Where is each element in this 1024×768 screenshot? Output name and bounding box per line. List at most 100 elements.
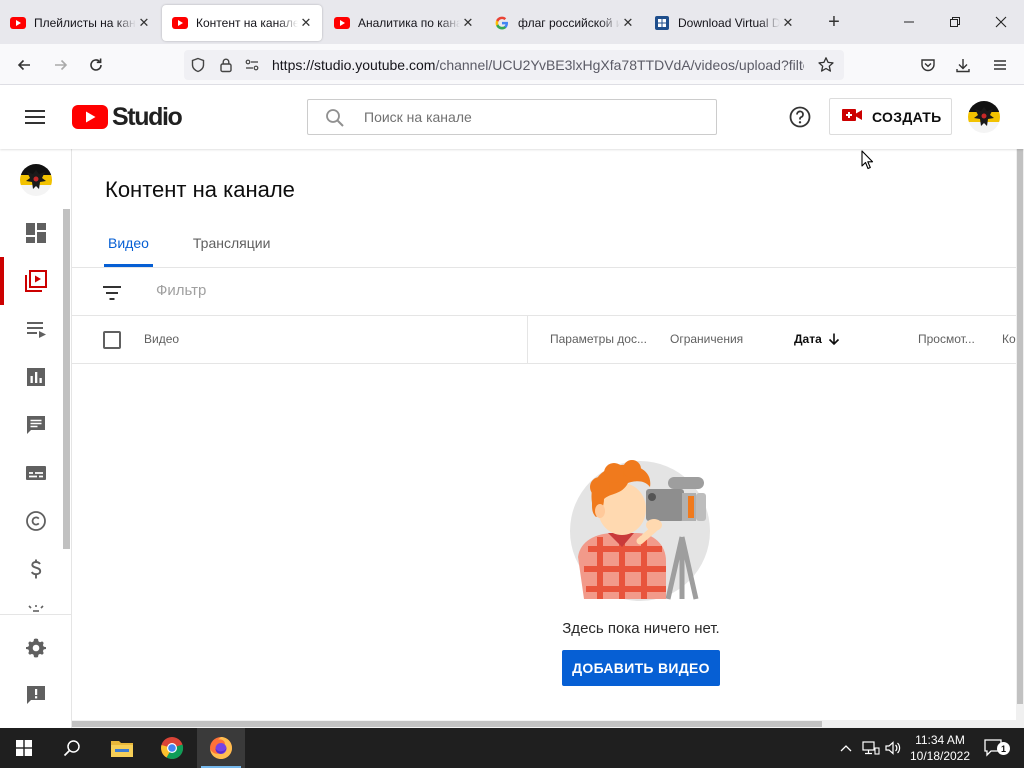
tab-title: Плейлисты на канале [34, 16, 136, 30]
column-header-views[interactable]: Просмот... [918, 332, 975, 346]
address-bar[interactable]: https://studio.youtube.com/channel/UCU2Y… [184, 50, 844, 80]
sidebar-item-analytics[interactable] [0, 353, 72, 401]
sidebar-divider [0, 614, 72, 615]
sidebar-item-feedback[interactable] [0, 671, 72, 719]
tab-videos[interactable]: Видео [104, 229, 153, 267]
scroll-thumb[interactable] [72, 721, 822, 727]
close-icon[interactable]: ✕ [298, 15, 314, 31]
column-header-date-label: Дата [794, 332, 822, 346]
sidebar-item-playlists[interactable] [0, 305, 72, 353]
reload-icon [90, 58, 102, 71]
browser-tab-virtualdj[interactable]: Download Virtual DJ ✕ [644, 5, 804, 41]
copyright-icon [26, 511, 46, 531]
add-video-button[interactable]: ДОБАВИТЬ ВИДЕО [562, 650, 720, 686]
back-button[interactable] [9, 50, 39, 80]
column-header-video[interactable]: Видео [144, 332, 179, 346]
browser-tab-analytics[interactable]: Аналитика по каналу ✕ [324, 5, 484, 41]
folder-icon [111, 741, 133, 757]
new-tab-button[interactable]: + [820, 8, 848, 36]
page-scrollbar[interactable] [1016, 149, 1024, 728]
taskbar-search-button[interactable] [48, 728, 96, 768]
sidebar-item-dashboard[interactable] [0, 209, 72, 257]
menu-button[interactable] [985, 50, 1015, 80]
browser-toolbar: https://studio.youtube.com/channel/UCU2Y… [0, 44, 1024, 85]
imperial-eagle-icon [20, 164, 52, 196]
sidebar-item-settings[interactable] [0, 624, 72, 672]
close-icon[interactable]: ✕ [136, 15, 152, 31]
downloads-button[interactable] [948, 50, 978, 80]
column-header-comments[interactable]: Ко [1002, 332, 1016, 346]
sidebar-item-content[interactable] [0, 257, 72, 305]
reload-button[interactable] [81, 50, 111, 80]
feedback-icon [27, 686, 45, 704]
minimize-icon [904, 21, 914, 23]
minimize-button[interactable] [886, 0, 932, 44]
close-window-button[interactable] [978, 0, 1024, 44]
pocket-icon [921, 59, 935, 72]
hamburger-icon [994, 60, 1006, 70]
select-all-checkbox[interactable] [103, 331, 121, 349]
start-button[interactable] [0, 728, 48, 768]
dashboard-icon [26, 223, 46, 243]
taskbar-chrome[interactable] [148, 728, 196, 768]
download-icon [956, 59, 970, 73]
browser-tab-content[interactable]: Контент на канале ✕ [162, 5, 322, 41]
windows-taskbar: 11:34 AM 10/18/2022 1 [0, 728, 1024, 768]
tab-live[interactable]: Трансляции [189, 229, 274, 267]
taskbar-firefox[interactable] [197, 728, 245, 768]
google-icon [494, 15, 510, 31]
sidebar-item-monetization[interactable] [0, 545, 72, 593]
browser-tab-google[interactable]: флаг российской империи ✕ [484, 5, 644, 41]
sidebar-scrollbar[interactable] [63, 209, 70, 549]
hamburger-icon[interactable] [22, 105, 48, 129]
divider [72, 363, 1016, 364]
subtitles-icon [26, 466, 46, 480]
taskbar-file-explorer[interactable] [98, 728, 146, 768]
taskbar-clock[interactable]: 11:34 AM 10/18/2022 [900, 732, 980, 764]
filter-input[interactable] [156, 282, 656, 299]
network-icon[interactable] [860, 728, 882, 768]
avatar[interactable] [968, 101, 1000, 133]
search-box[interactable] [307, 99, 717, 135]
lock-icon[interactable] [218, 57, 234, 78]
studio-logo[interactable]: Studio [72, 103, 183, 131]
sidebar-item-subtitles[interactable] [0, 449, 72, 497]
browser-tab-strip: Плейлисты на канале ✕ Контент на канале … [0, 0, 1024, 44]
forward-button[interactable] [46, 50, 76, 80]
youtube-logo-icon [72, 105, 108, 129]
column-header-date[interactable]: Дата [794, 332, 841, 346]
content-tabs: Видео Трансляции [104, 229, 310, 267]
restore-button[interactable] [932, 0, 978, 44]
horizontal-scrollbar[interactable] [72, 720, 1016, 728]
imperial-eagle-icon [968, 101, 1000, 133]
arrow-down-icon [828, 333, 839, 346]
windows-logo-icon [16, 740, 32, 756]
close-icon[interactable]: ✕ [620, 15, 636, 31]
search-icon[interactable] [324, 107, 346, 134]
permissions-icon[interactable] [244, 57, 260, 78]
url-text[interactable]: https://studio.youtube.com/channel/UCU2Y… [272, 57, 804, 73]
sidebar-item-customization[interactable] [0, 593, 72, 615]
channel-avatar[interactable] [20, 164, 52, 196]
browser-tab-playlists[interactable]: Плейлисты на канале ✕ [0, 5, 160, 41]
star-icon [818, 57, 834, 72]
scroll-thumb[interactable] [1017, 149, 1023, 704]
pocket-button[interactable] [913, 50, 943, 80]
sidebar-item-comments[interactable] [0, 401, 72, 449]
clock-date: 10/18/2022 [909, 749, 971, 763]
notification-center-button[interactable]: 1 [978, 728, 1010, 768]
close-icon[interactable]: ✕ [460, 15, 476, 31]
tray-overflow-button[interactable] [836, 728, 856, 768]
chrome-icon [161, 737, 184, 760]
bookmark-star-button[interactable] [811, 50, 841, 80]
filter-icon[interactable] [102, 285, 122, 306]
column-header-visibility[interactable]: Параметры дос... [550, 332, 647, 346]
close-icon[interactable]: ✕ [780, 15, 796, 31]
help-icon[interactable] [788, 105, 812, 129]
search-input[interactable] [364, 109, 704, 125]
column-header-restrictions[interactable]: Ограничения [670, 332, 743, 346]
sidebar-item-copyright[interactable] [0, 497, 72, 545]
tracking-shield-icon[interactable] [190, 57, 206, 78]
create-button[interactable]: СОЗДАТЬ [829, 98, 952, 135]
close-icon [995, 16, 1007, 28]
